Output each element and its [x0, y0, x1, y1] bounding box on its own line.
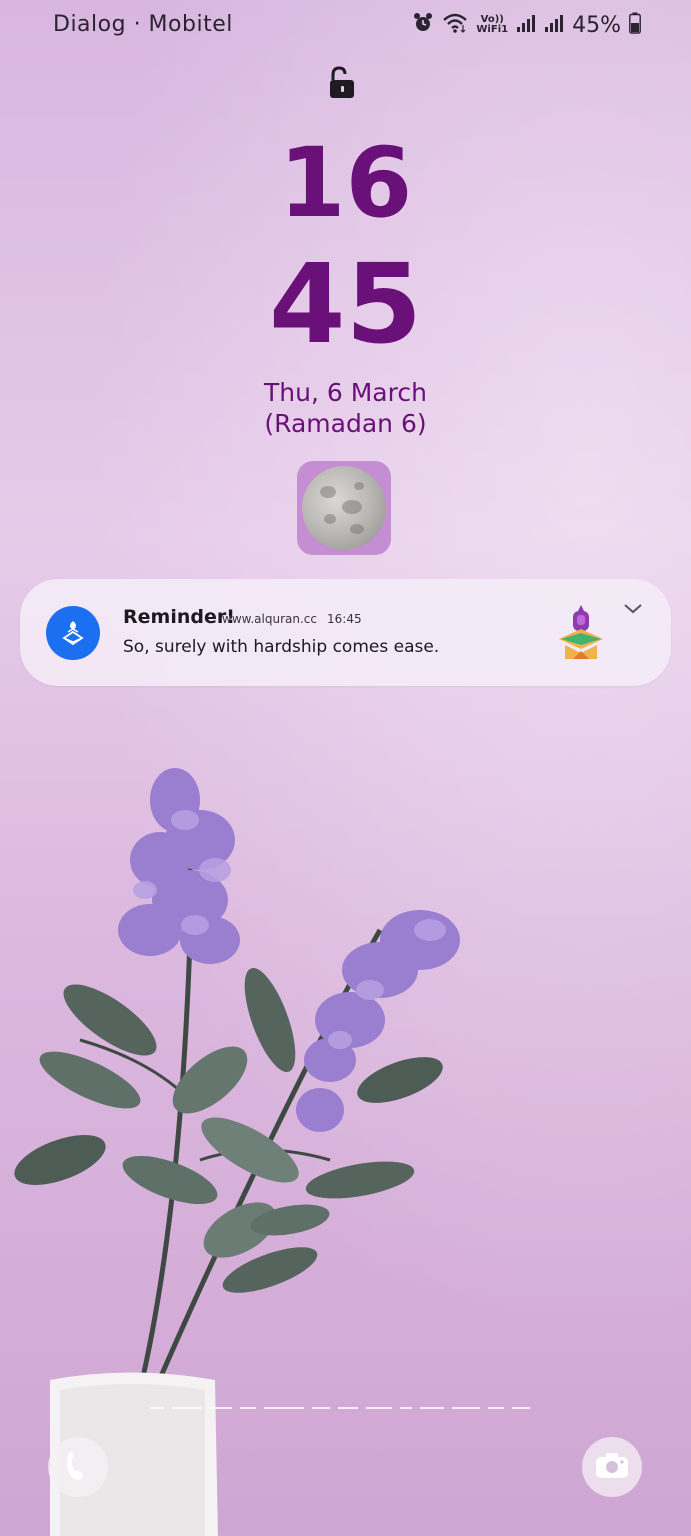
battery-icon	[629, 12, 641, 38]
chevron-down-icon[interactable]	[622, 601, 644, 617]
notification-card[interactable]: Reminder! www.alquran.cc 16:45 So, surel…	[20, 579, 671, 686]
notification-source: www.alquran.cc	[222, 612, 317, 626]
vowifi-icon: Vo)) WiFi1	[476, 15, 508, 35]
quran-app-icon	[46, 606, 100, 660]
phone-icon	[63, 1448, 93, 1486]
battery-percent: 45%	[572, 12, 621, 38]
unlock-icon[interactable]	[327, 66, 357, 100]
date-text: Thu, 6 March	[264, 378, 427, 407]
wifi-icon	[442, 12, 468, 38]
notification-title: Reminder!	[123, 606, 235, 628]
quran-stand-icon	[553, 603, 609, 663]
signal-icon	[516, 13, 536, 37]
carrier-name: Dialog · Mobitel	[53, 12, 233, 37]
wallpaper-plant-illustration	[14, 768, 460, 1536]
status-icons: Vo)) WiFi1 45%	[412, 12, 641, 38]
notification-body: So, surely with hardship comes ease.	[123, 637, 440, 657]
lock-screen-ticker	[150, 1400, 540, 1416]
status-bar: Dialog · Mobitel Vo)) WiFi1 45%	[0, 10, 691, 42]
hijri-date-text: (Ramadan 6)	[264, 409, 427, 438]
camera-shortcut-button[interactable]	[582, 1437, 642, 1497]
clock-hours: 16	[278, 127, 413, 239]
clock-minutes: 45	[268, 240, 423, 368]
moon-phase-widget[interactable]	[297, 461, 391, 555]
camera-icon	[594, 1450, 630, 1484]
signal-icon-2	[544, 13, 564, 37]
vowifi-line2: WiFi1	[476, 24, 509, 35]
moon-phase-icon	[302, 466, 386, 550]
notification-time: 16:45	[327, 612, 362, 626]
alarm-icon	[412, 12, 434, 38]
phone-shortcut-button[interactable]	[48, 1437, 108, 1497]
